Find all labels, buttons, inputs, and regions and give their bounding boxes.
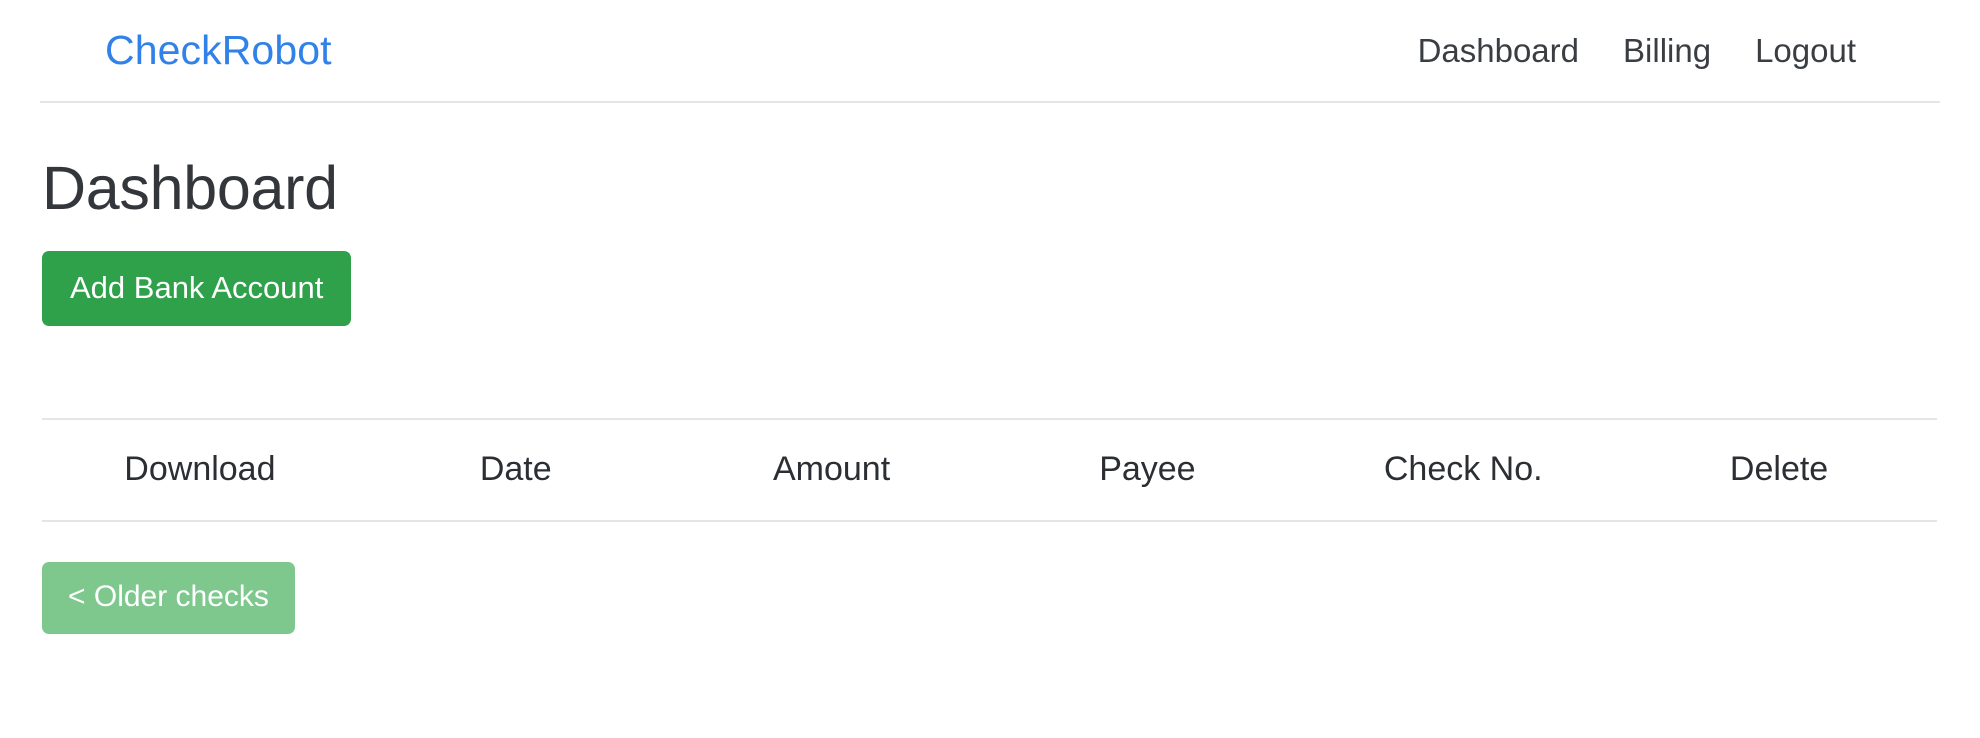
- column-header-payee: Payee: [989, 419, 1305, 521]
- column-header-delete: Delete: [1621, 419, 1937, 521]
- main-content: Dashboard Add Bank Account Download Date…: [42, 103, 1938, 634]
- older-checks-button[interactable]: < Older checks: [42, 562, 295, 634]
- page-title: Dashboard: [42, 103, 1938, 220]
- top-navbar: CheckRobot Dashboard Billing Logout: [40, 0, 1940, 103]
- pagination-controls: < Older checks: [42, 562, 1938, 634]
- column-header-download: Download: [42, 419, 358, 521]
- nav-link-dashboard[interactable]: Dashboard: [1396, 34, 1601, 67]
- column-header-date: Date: [358, 419, 674, 521]
- nav-links: Dashboard Billing Logout: [1396, 34, 1940, 67]
- column-header-amount: Amount: [674, 419, 990, 521]
- nav-link-logout[interactable]: Logout: [1733, 34, 1878, 67]
- nav-link-billing[interactable]: Billing: [1601, 34, 1733, 67]
- dashboard-page: CheckRobot Dashboard Billing Logout Dash…: [0, 0, 1980, 738]
- table-header-row: Download Date Amount Payee Check No. Del…: [42, 419, 1937, 521]
- checks-table: Download Date Amount Payee Check No. Del…: [42, 418, 1937, 522]
- column-header-check-no: Check No.: [1305, 419, 1621, 521]
- brand-logo[interactable]: CheckRobot: [40, 30, 332, 71]
- checks-table-head: Download Date Amount Payee Check No. Del…: [42, 419, 1937, 521]
- add-bank-account-button[interactable]: Add Bank Account: [42, 251, 351, 326]
